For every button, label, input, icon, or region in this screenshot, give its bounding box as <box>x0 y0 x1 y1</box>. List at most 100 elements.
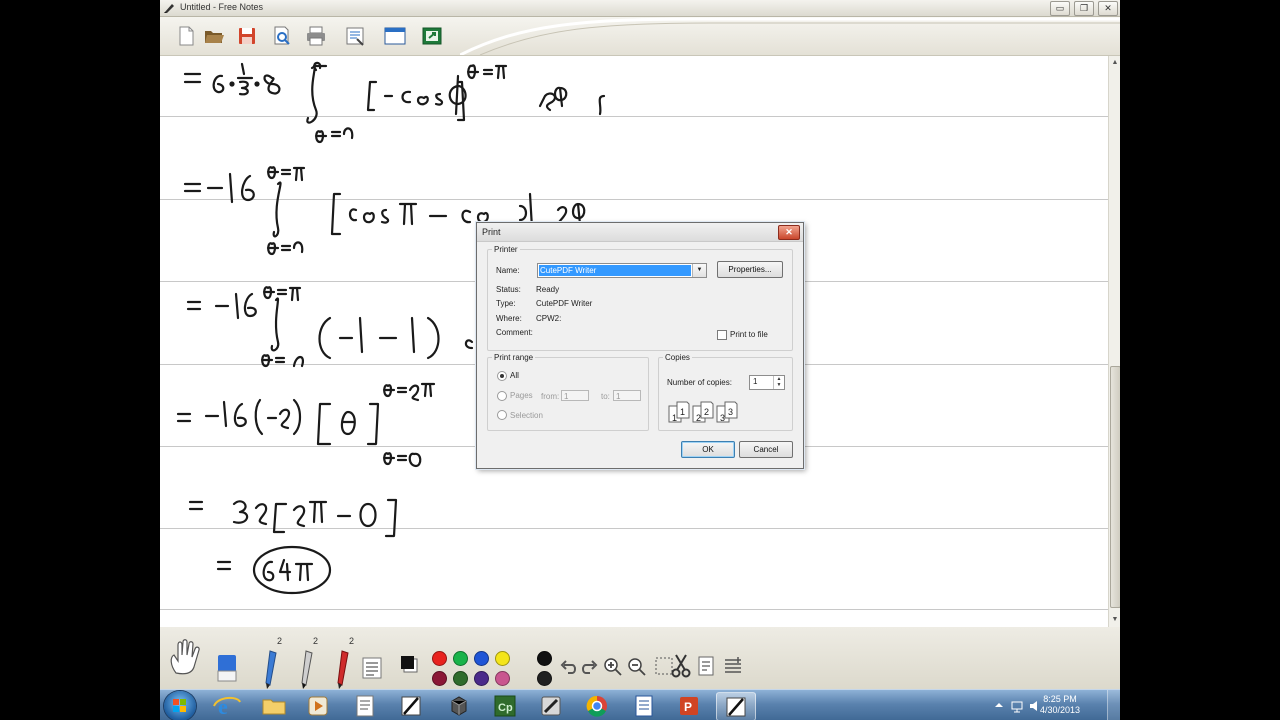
windows-taskbar: e Cp P 8:25 PM 4/30/2013 <box>160 689 1120 720</box>
taskbar-captivate[interactable]: Cp <box>486 692 524 719</box>
status-value: Ready <box>536 285 560 294</box>
insert-lines-icon[interactable] <box>722 655 744 677</box>
taskbar-free-notes[interactable] <box>392 692 430 719</box>
dialog-title-bar: Print ✕ <box>477 223 803 242</box>
clock[interactable]: 8:25 PM 4/30/2013 <box>1040 694 1080 716</box>
vertical-scrollbar[interactable]: ▲ ▼ <box>1108 56 1120 627</box>
color-swatch-purple[interactable] <box>474 671 489 686</box>
svg-text:Cp: Cp <box>498 702 513 714</box>
eraser-icon[interactable] <box>212 649 242 685</box>
dialog-title: Print <box>482 227 501 237</box>
undo-icon[interactable] <box>560 659 578 675</box>
scroll-up-icon[interactable]: ▲ <box>1110 58 1120 68</box>
marker-red-icon[interactable] <box>332 647 356 689</box>
taskbar-powerpoint[interactable]: P <box>670 692 708 719</box>
print-range-selection-radio[interactable] <box>497 410 507 420</box>
color-swatch-blue[interactable] <box>474 651 489 666</box>
print-range-all-radio[interactable] <box>497 371 507 381</box>
print-range-group-label: Print range <box>494 353 534 362</box>
toolbar-swoosh-decoration <box>460 17 1120 55</box>
number-of-copies-value: 1 <box>753 377 758 386</box>
save-icon[interactable] <box>235 25 259 47</box>
redo-icon[interactable] <box>580 659 598 675</box>
network-icon[interactable] <box>1010 699 1024 713</box>
where-label: Where: <box>496 314 522 323</box>
taskbar-sketch-app[interactable] <box>532 692 570 719</box>
printer-name-value: CutePDF Writer <box>539 265 691 276</box>
to-label: to: <box>601 392 610 401</box>
spin-arrows-icon[interactable]: ▲ ▼ <box>773 376 784 389</box>
zoom-in-icon[interactable] <box>603 657 623 677</box>
type-value: CutePDF Writer <box>536 299 593 308</box>
printer-group-label: Printer <box>494 245 518 254</box>
minimize-button[interactable]: ▭ <box>1050 1 1070 16</box>
color-swatch-black[interactable] <box>537 651 552 666</box>
taskbar-word[interactable] <box>625 692 663 719</box>
properties-button[interactable]: Properties... <box>717 261 783 278</box>
cancel-button[interactable]: Cancel <box>739 441 793 458</box>
scissors-icon[interactable] <box>670 653 692 679</box>
collate-page-number: 1 <box>680 407 685 417</box>
maximize-button[interactable]: ❐ <box>1074 1 1094 16</box>
number-of-copies-label: Number of copies: <box>667 378 732 387</box>
print-range-pages-radio[interactable] <box>497 391 507 401</box>
chevron-down-icon[interactable]: ▼ <box>692 264 706 277</box>
powerpoint-icon: P <box>680 697 698 715</box>
zoom-out-icon[interactable] <box>627 657 647 677</box>
screen-stage: Untitled - Free Notes ▭ ❐ ✕ ▲ ▼ 2 2 2 Pr… <box>160 0 1120 720</box>
close-icon: ✕ <box>1104 3 1112 13</box>
show-desktop-button[interactable] <box>1107 690 1120 720</box>
print-to-file-label: Print to file <box>730 330 768 339</box>
pen-black-icon[interactable] <box>296 647 320 689</box>
printer-name-select[interactable]: CutePDF Writer ▼ <box>537 263 707 278</box>
line-width-icon[interactable] <box>362 657 382 679</box>
color-swatch-maroon[interactable] <box>432 671 447 686</box>
print-to-file-checkbox[interactable] <box>717 330 727 340</box>
number-of-copies-spinner[interactable]: 1 ▲ ▼ <box>749 375 785 390</box>
collate-page-number: 2 <box>696 413 701 423</box>
color-swatch-dark-gray[interactable] <box>537 671 552 686</box>
collate-page-number: 2 <box>704 407 709 417</box>
print-icon[interactable] <box>304 25 328 47</box>
pen-size-label: 2 <box>277 636 283 646</box>
3d-box-icon <box>451 696 467 716</box>
ok-button[interactable]: OK <box>681 441 735 458</box>
fullscreen-icon[interactable] <box>383 25 407 47</box>
scroll-down-icon[interactable]: ▼ <box>1110 615 1120 625</box>
start-button[interactable] <box>164 691 196 720</box>
page-setup-icon[interactable] <box>343 25 367 47</box>
color-fill-icon[interactable] <box>400 655 418 673</box>
dialog-close-button[interactable]: ✕ <box>778 225 800 240</box>
from-page-input[interactable]: 1 <box>561 390 589 401</box>
pan-hand-icon[interactable] <box>166 639 206 677</box>
color-swatch-green[interactable] <box>453 651 468 666</box>
taskbar-media-player[interactable] <box>299 692 337 719</box>
free-notes-icon <box>401 696 421 716</box>
window-title-bar: Untitled - Free Notes ▭ ❐ ✕ <box>160 0 1120 17</box>
insert-text-icon[interactable] <box>696 655 716 677</box>
close-window-button[interactable]: ✕ <box>1098 1 1118 16</box>
taskbar-file-explorer[interactable] <box>255 692 293 719</box>
new-page-icon[interactable] <box>174 25 198 47</box>
tray-expand-icon[interactable] <box>994 700 1004 710</box>
captivate-icon: Cp <box>494 695 516 717</box>
taskbar-chrome[interactable] <box>578 692 616 719</box>
color-swatch-dark-green[interactable] <box>453 671 468 686</box>
scrollbar-thumb[interactable] <box>1110 366 1120 608</box>
pencil-blue-icon[interactable] <box>260 647 284 689</box>
taskbar-free-notes-active[interactable] <box>716 692 756 720</box>
taskbar-internet-explorer[interactable]: e <box>208 692 246 719</box>
copies-group-label: Copies <box>665 353 690 362</box>
media-player-icon <box>308 696 328 716</box>
internet-explorer-icon: e <box>213 694 241 719</box>
to-page-input[interactable]: 1 <box>613 390 641 401</box>
color-swatch-yellow[interactable] <box>495 651 510 666</box>
collate-page-number: 3 <box>720 413 725 423</box>
color-swatch-red[interactable] <box>432 651 447 666</box>
taskbar-3d-app[interactable] <box>440 692 478 719</box>
open-folder-icon[interactable] <box>202 25 226 47</box>
print-preview-icon[interactable] <box>270 25 294 47</box>
color-swatch-pink[interactable] <box>495 671 510 686</box>
export-icon[interactable] <box>420 25 444 47</box>
taskbar-notepad[interactable] <box>346 692 384 719</box>
